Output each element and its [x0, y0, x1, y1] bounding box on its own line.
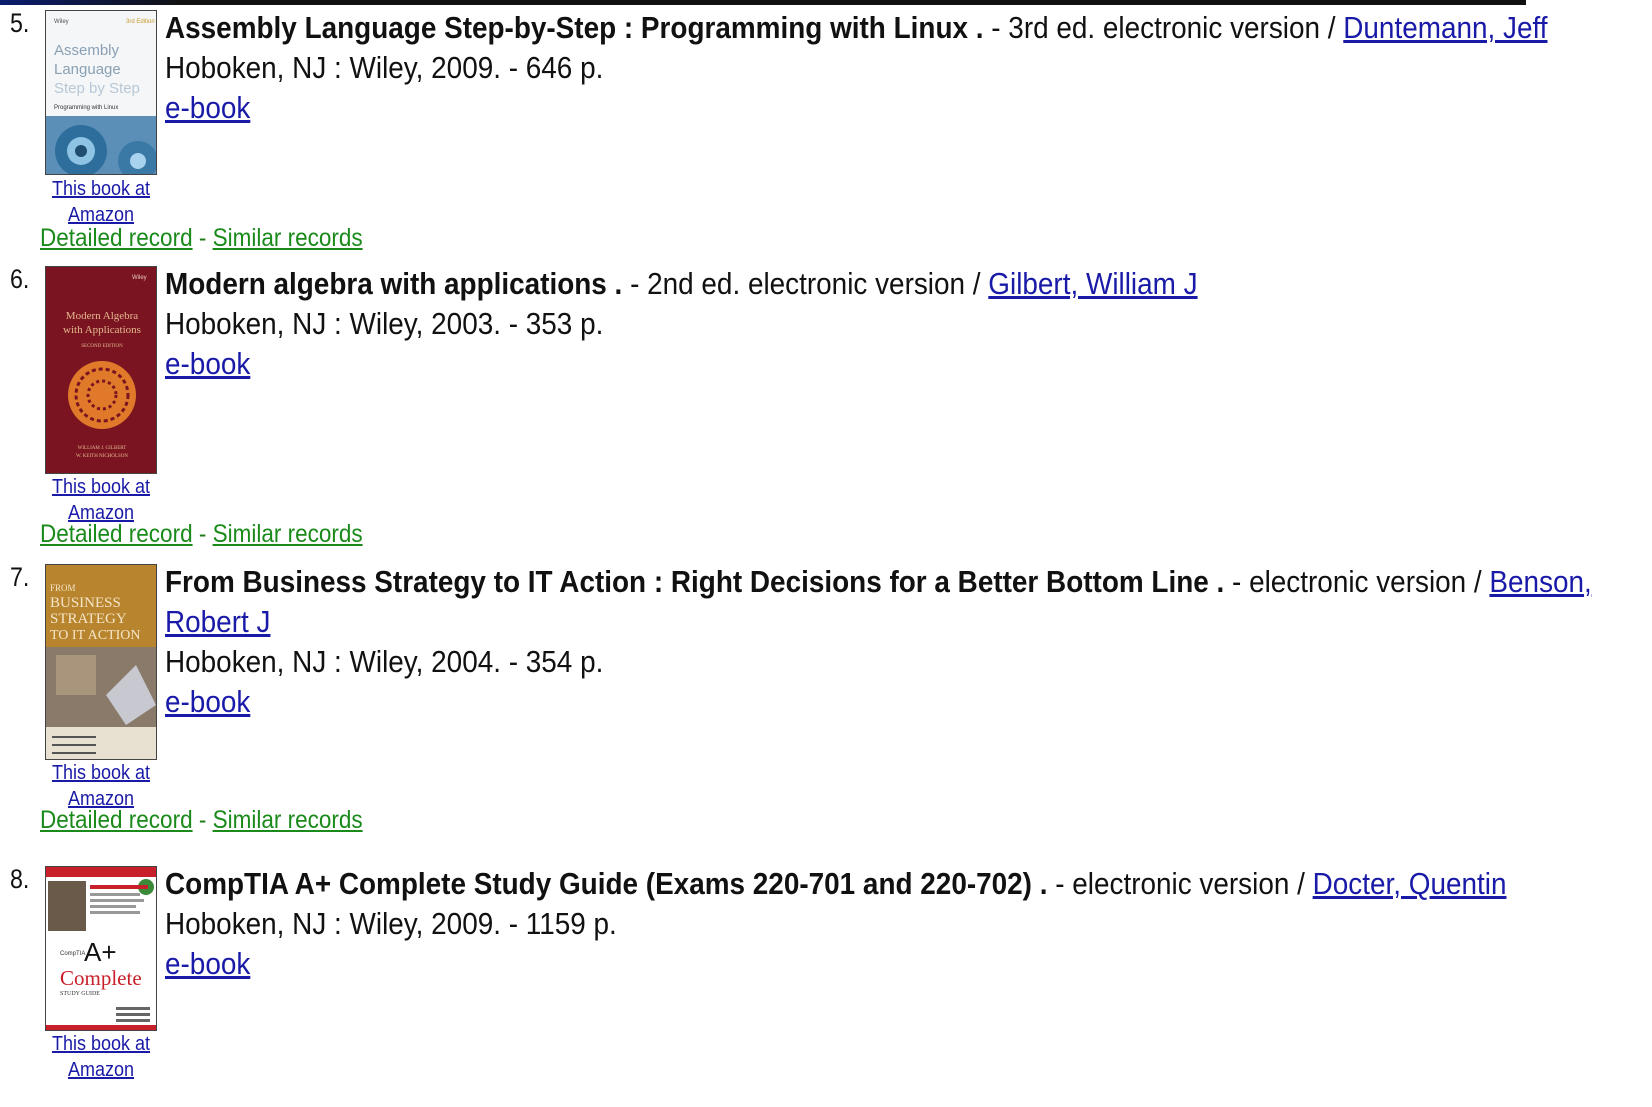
ebook-link[interactable]: e-book: [165, 346, 250, 381]
book-cover-image[interactable]: Wiley 3rd Edition Assembly Language Step…: [45, 10, 157, 175]
cover-title-line: Step by Step: [54, 80, 140, 97]
publication-info: Hoboken, NJ : Wiley, 2009. - 1159 p.: [165, 906, 617, 941]
record-links: Detailed record - Similar records: [40, 519, 363, 549]
record-info: Assembly Language Step-by-Step : Program…: [165, 8, 1650, 128]
detailed-record-link[interactable]: Detailed record: [40, 224, 193, 252]
cover-title-line: Language: [54, 61, 121, 78]
record-number: 8.: [10, 864, 30, 894]
cover-title-line: STRATEGY: [50, 611, 127, 627]
link-separator: -: [192, 806, 213, 834]
book-title: CompTIA A+ Complete Study Guide (Exams 2…: [165, 866, 1048, 901]
cover-title-line: with Applications: [63, 324, 141, 336]
author-link[interactable]: Duntemann, Jeff: [1343, 10, 1547, 45]
book-title: Assembly Language Step-by-Step : Program…: [165, 10, 984, 45]
publication-info: Hoboken, NJ : Wiley, 2004. - 354 p.: [165, 644, 604, 679]
cover-title-line: FROM: [50, 583, 76, 593]
publication-info: Hoboken, NJ : Wiley, 2009. - 646 p.: [165, 50, 604, 85]
cover-title-line: Assembly: [54, 42, 120, 59]
record-number: 5.: [10, 8, 30, 38]
cover-title-line: A+: [84, 937, 117, 967]
author-link-continued[interactable]: Robert J: [165, 604, 270, 639]
detailed-record-link[interactable]: Detailed record: [40, 520, 193, 548]
cover-title-line: BUSINESS: [50, 595, 121, 611]
amazon-link-line1[interactable]: This book at: [52, 178, 150, 200]
book-cover-image[interactable]: Wiley Modern Algebra with Applications S…: [45, 266, 157, 474]
similar-records-link[interactable]: Similar records: [213, 520, 363, 548]
cover-art: FROM BUSINESS STRATEGY TO IT ACTION: [46, 565, 156, 759]
record-info: Modern algebra with applications . - 2nd…: [165, 264, 1650, 384]
ebook-link[interactable]: e-book: [165, 684, 250, 719]
cover-author: W. KEITH NICHOLSON: [76, 454, 128, 459]
svg-text:Wiley: Wiley: [132, 275, 147, 281]
link-separator: -: [192, 224, 213, 252]
cover-art: CompTIA A+ Complete STUDY GUIDE: [46, 867, 156, 1030]
publication-info: Hoboken, NJ : Wiley, 2003. - 353 p.: [165, 306, 604, 341]
ebook-link[interactable]: e-book: [165, 946, 250, 981]
cover-subtitle: STUDY GUIDE: [60, 991, 100, 997]
record-info: From Business Strategy to IT Action : Ri…: [165, 562, 1650, 722]
book-title: From Business Strategy to IT Action : Ri…: [165, 564, 1225, 599]
similar-records-link[interactable]: Similar records: [213, 806, 363, 834]
svg-text:Wiley: Wiley: [54, 19, 69, 25]
edition-text: - electronic version /: [1224, 564, 1490, 599]
record-number: 6.: [10, 264, 30, 294]
edition-text: - electronic version /: [1047, 866, 1313, 901]
svg-text:3rd Edition: 3rd Edition: [126, 19, 155, 25]
cover-author: WILLIAM J. GILBERT: [78, 446, 127, 451]
edition-text: - 2nd ed. electronic version /: [622, 266, 989, 301]
record-number: 7.: [10, 562, 30, 592]
ebook-link[interactable]: e-book: [165, 90, 250, 125]
cover-subtitle: Programming with Linux: [54, 105, 118, 111]
edition-text: - 3rd ed. electronic version /: [983, 10, 1344, 45]
similar-records-link[interactable]: Similar records: [213, 224, 363, 252]
book-title: Modern algebra with applications .: [165, 266, 623, 301]
cover-title-line: Complete: [60, 966, 142, 990]
record-links: Detailed record - Similar records: [40, 223, 363, 253]
author-link[interactable]: Benson,: [1489, 564, 1591, 599]
author-link[interactable]: Gilbert, William J: [988, 266, 1197, 301]
amazon-link-line1[interactable]: This book at: [52, 762, 150, 784]
cover-edition: SECOND EDITION: [81, 344, 123, 349]
top-border: [0, 0, 1526, 5]
amazon-link-line2[interactable]: Amazon: [68, 1059, 134, 1081]
cover-art: Wiley Modern Algebra with Applications S…: [46, 267, 156, 473]
amazon-link[interactable]: This book at Amazon: [51, 1031, 152, 1083]
book-cover-image[interactable]: FROM BUSINESS STRATEGY TO IT ACTION: [45, 564, 157, 760]
detailed-record-link[interactable]: Detailed record: [40, 806, 193, 834]
amazon-link-line1[interactable]: This book at: [52, 476, 150, 498]
amazon-link[interactable]: This book at Amazon: [51, 176, 152, 228]
book-cover-image[interactable]: CompTIA A+ Complete STUDY GUIDE: [45, 866, 157, 1031]
amazon-link-line1[interactable]: This book at: [52, 1033, 150, 1055]
cover-title-line: TO IT ACTION: [50, 628, 140, 643]
record-info: CompTIA A+ Complete Study Guide (Exams 2…: [165, 864, 1650, 984]
link-separator: -: [192, 520, 213, 548]
record-links: Detailed record - Similar records: [40, 805, 363, 835]
cover-art: Wiley 3rd Edition Assembly Language Step…: [46, 11, 156, 174]
cover-title-line: Modern Algebra: [66, 310, 139, 322]
author-link[interactable]: Docter, Quentin: [1313, 866, 1507, 901]
cover-brand: CompTIA: [60, 951, 85, 957]
